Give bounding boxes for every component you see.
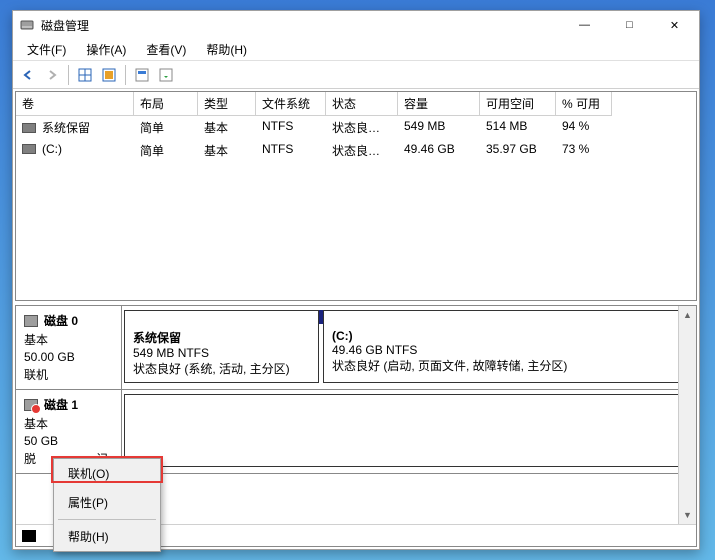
disk1-size-trail: GB [37, 434, 58, 448]
col-filesystem[interactable]: 文件系统 [256, 92, 326, 116]
close-button[interactable]: ✕ [652, 11, 697, 39]
vol-layout: 简单 [134, 139, 198, 162]
vol-fs: NTFS [256, 116, 326, 139]
vol-layout: 简单 [134, 116, 198, 139]
vol-status: 状态良好 (… [326, 116, 398, 139]
titlebar[interactable]: 磁盘管理 — □ ✕ [13, 11, 699, 39]
menu-view[interactable]: 查看(V) [136, 39, 196, 60]
forward-button[interactable] [41, 64, 63, 86]
menubar: 文件(F) 操作(A) 查看(V) 帮助(H) [13, 39, 699, 61]
volume-icon [22, 123, 36, 133]
disk1-state-lead: 脱 [24, 452, 36, 466]
minimize-button[interactable]: — [562, 11, 607, 39]
part-b-title: (C:) [332, 329, 681, 343]
disk0-label[interactable]: 磁盘 0 基本 50.00 GB 联机 [16, 306, 122, 389]
disk-scrollbar[interactable]: ▲ ▼ [678, 306, 696, 524]
vol-name: 系统保留 [42, 121, 90, 135]
col-capacity[interactable]: 容量 [398, 92, 480, 116]
disk-row-0: 磁盘 0 基本 50.00 GB 联机 系统保留 549 MB NTFS 状态良… [16, 306, 696, 390]
col-layout[interactable]: 布局 [134, 92, 198, 116]
ctx-online[interactable]: 联机(O) [54, 459, 160, 488]
col-free[interactable]: 可用空间 [480, 92, 556, 116]
part-a-status: 状态良好 (系统, 活动, 主分区) [133, 360, 310, 377]
toolbar-sep [68, 65, 69, 85]
window-controls: — □ ✕ [562, 11, 697, 39]
menu-file[interactable]: 文件(F) [17, 39, 76, 60]
col-percent[interactable]: % 可用 [556, 92, 612, 116]
ctx-help[interactable]: 帮助(H) [54, 522, 160, 551]
view-panes-button[interactable] [74, 64, 96, 86]
table-row[interactable]: (C:) 简单 基本 NTFS 状态良好 (… 49.46 GB 35.97 G… [16, 139, 696, 162]
partition-c[interactable]: (C:) 49.46 GB NTFS 状态良好 (启动, 页面文件, 故障转储,… [323, 310, 690, 383]
ctx-separator [58, 519, 156, 520]
vol-name: (C:) [42, 142, 62, 156]
refresh-button[interactable] [98, 64, 120, 86]
part-a-sub: 549 MB NTFS [133, 346, 310, 360]
menu-help[interactable]: 帮助(H) [196, 39, 257, 60]
ctx-properties[interactable]: 属性(P) [54, 488, 160, 517]
disk1-partitions [122, 390, 696, 473]
partition-unallocated[interactable] [124, 394, 690, 467]
vol-pct: 73 % [556, 139, 612, 162]
vol-type: 基本 [198, 116, 256, 139]
vol-cap: 49.46 GB [398, 139, 480, 162]
disk1-title: 磁盘 1 [44, 396, 78, 413]
disk0-partitions: 系统保留 549 MB NTFS 状态良好 (系统, 活动, 主分区) (C:)… [122, 306, 696, 389]
vol-fs: NTFS [256, 139, 326, 162]
table-row[interactable]: 系统保留 简单 基本 NTFS 状态良好 (… 549 MB 514 MB 94… [16, 116, 696, 139]
part-b-status: 状态良好 (启动, 页面文件, 故障转储, 主分区) [332, 357, 681, 374]
vol-status: 状态良好 (… [326, 139, 398, 162]
disk0-type: 基本 [24, 331, 113, 348]
legend-unallocated-icon [22, 530, 36, 542]
part-a-title: 系统保留 [133, 329, 310, 346]
vol-cap: 549 MB [398, 116, 480, 139]
vol-type: 基本 [198, 139, 256, 162]
disk0-title: 磁盘 0 [44, 312, 78, 329]
vol-pct: 94 % [556, 116, 612, 139]
partition-system-reserved[interactable]: 系统保留 549 MB NTFS 状态良好 (系统, 活动, 主分区) [124, 310, 319, 383]
disk1-type: 基本 [24, 415, 113, 432]
properties-button[interactable] [131, 64, 153, 86]
disk-icon [24, 315, 38, 327]
help-button[interactable] [155, 64, 177, 86]
volume-icon [22, 144, 36, 154]
disk-offline-icon [24, 399, 38, 411]
toolbar-sep-2 [125, 65, 126, 85]
disk0-size: 50.00 GB [24, 350, 113, 364]
window-title: 磁盘管理 [41, 17, 562, 34]
app-icon [19, 17, 35, 33]
col-volume[interactable]: 卷 [16, 92, 134, 116]
volume-table: 卷 布局 类型 文件系统 状态 容量 可用空间 % 可用 系统保留 简单 基本 … [15, 91, 697, 301]
vol-free: 514 MB [480, 116, 556, 139]
back-button[interactable] [17, 64, 39, 86]
scroll-up-button[interactable]: ▲ [679, 306, 696, 324]
toolbar [13, 61, 699, 89]
volume-body: 系统保留 简单 基本 NTFS 状态良好 (… 549 MB 514 MB 94… [16, 116, 696, 300]
vol-free: 35.97 GB [480, 139, 556, 162]
disk0-state: 联机 [24, 366, 113, 383]
scroll-down-button[interactable]: ▼ [679, 506, 696, 524]
menu-action[interactable]: 操作(A) [76, 39, 136, 60]
volume-header-row: 卷 布局 类型 文件系统 状态 容量 可用空间 % 可用 [16, 92, 696, 116]
part-b-sub: 49.46 GB NTFS [332, 343, 681, 357]
col-type[interactable]: 类型 [198, 92, 256, 116]
disk-context-menu: 联机(O) 属性(P) 帮助(H) [53, 458, 161, 552]
maximize-button[interactable]: □ [607, 11, 652, 39]
col-status[interactable]: 状态 [326, 92, 398, 116]
